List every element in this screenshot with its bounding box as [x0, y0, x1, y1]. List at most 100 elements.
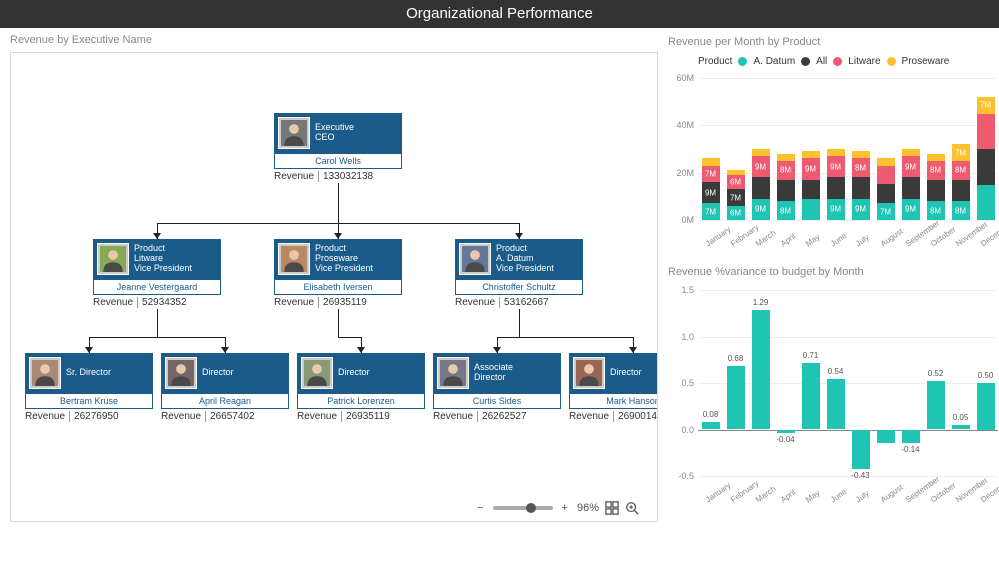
- org-node-d5[interactable]: Director Mark Hanson Revenue 26900140: [569, 353, 658, 422]
- revenue-value: 26935119: [346, 411, 390, 422]
- bar-may[interactable]: 9M: [802, 151, 820, 220]
- variance-bar-chart[interactable]: -0.50.00.51.01.50.08January0.68February1…: [668, 284, 989, 510]
- content: Revenue by Executive Name ExecutiveCEO C…: [0, 28, 999, 562]
- variance-bar-june[interactable]: [827, 379, 845, 429]
- revenue-label: Revenue: [455, 297, 500, 308]
- variance-bar-march[interactable]: [752, 310, 770, 430]
- bar-january[interactable]: 7M9M7M: [702, 158, 720, 220]
- zoom-in-button[interactable]: +: [559, 502, 571, 514]
- node-name: Carol Wells: [274, 153, 402, 169]
- avatar: [278, 243, 310, 275]
- org-node-d4[interactable]: AssociateDirector Curtis Sides Revenue26…: [433, 353, 561, 422]
- revenue-value: 26935119: [323, 297, 367, 308]
- node-name: Patrick Lorenzen: [297, 393, 425, 409]
- revenue-label: Revenue: [274, 171, 319, 182]
- right-panel: Revenue per Month by Product Product A. …: [662, 28, 999, 562]
- node-title: ProductLitwareVice President: [134, 244, 192, 274]
- revenue-label: Revenue: [297, 411, 342, 422]
- variance-bar-january[interactable]: [702, 422, 720, 429]
- org-chart-area[interactable]: ExecutiveCEO Carol Wells Revenue 13303213…: [10, 52, 658, 522]
- bar-april[interactable]: 8M8M: [777, 154, 795, 220]
- bar-december[interactable]: 7M: [977, 97, 995, 220]
- zoom-out-button[interactable]: −: [474, 502, 486, 514]
- bar-june[interactable]: 9M9M: [827, 149, 845, 220]
- variance-bar-july[interactable]: [852, 430, 870, 470]
- variance-chart-title: Revenue %variance to budget by Month: [668, 266, 989, 278]
- revenue-value: 133032138: [323, 171, 373, 182]
- variance-bar-november[interactable]: [952, 425, 970, 430]
- bar-august[interactable]: 7M: [877, 158, 895, 220]
- revenue-value: 26900140: [618, 411, 658, 422]
- revenue-stacked-bar-chart[interactable]: Product A. Datum All Litware Proseware 0…: [668, 54, 989, 254]
- bar-september[interactable]: 9M9M: [902, 149, 920, 220]
- node-title: ProductA. DatumVice President: [496, 244, 554, 274]
- fit-to-window-icon[interactable]: [605, 501, 619, 515]
- revenue-value: 26657402: [210, 411, 255, 422]
- variance-bar-april[interactable]: [777, 430, 795, 434]
- node-name: Elisabeth Iversen: [274, 279, 402, 295]
- node-title: Director: [202, 368, 234, 378]
- revenue-label: Revenue: [274, 297, 319, 308]
- node-title: ProductProsewareVice President: [315, 244, 373, 274]
- fullscreen-icon[interactable]: [625, 501, 639, 515]
- revenue-label: Revenue: [569, 411, 614, 422]
- org-node-vp2[interactable]: ProductProsewareVice President Elisabeth…: [274, 239, 402, 308]
- revenue-label: Revenue: [433, 411, 478, 422]
- legend-swatch-adatum: [738, 57, 747, 66]
- org-node-vp1[interactable]: ProductLitwareVice President Jeanne Vest…: [93, 239, 221, 308]
- revenue-chart-legend: Product A. Datum All Litware Proseware: [698, 56, 949, 67]
- bar-march[interactable]: 9M9M: [752, 149, 770, 220]
- node-name: Jeanne Vestergaard: [93, 279, 221, 295]
- legend-swatch-litware: [833, 57, 842, 66]
- variance-bar-february[interactable]: [727, 366, 745, 429]
- org-panel-title: Revenue by Executive Name: [10, 34, 658, 46]
- avatar: [301, 357, 333, 389]
- revenue-chart-title: Revenue per Month by Product: [668, 36, 989, 48]
- revenue-value: 53162667: [504, 297, 549, 308]
- avatar: [165, 357, 197, 389]
- org-node-ceo[interactable]: ExecutiveCEO Carol Wells Revenue 13303213…: [274, 113, 402, 182]
- legend-item-proseware: Proseware: [902, 56, 950, 67]
- variance-bar-august[interactable]: [877, 430, 895, 443]
- node-title: Director: [610, 368, 642, 378]
- org-node-d1[interactable]: Sr. Director Bertram Kruse Revenue262769…: [25, 353, 153, 422]
- node-name: Christoffer Schultz: [455, 279, 583, 295]
- legend-label: Product: [698, 56, 732, 67]
- node-title: ExecutiveCEO: [315, 123, 354, 143]
- node-title: AssociateDirector: [474, 363, 513, 383]
- variance-bar-may[interactable]: [802, 363, 820, 429]
- bar-november[interactable]: 7M8M8M: [952, 144, 970, 220]
- avatar: [29, 357, 61, 389]
- revenue-label: Revenue: [25, 411, 70, 422]
- zoom-percent-label: 96%: [577, 502, 599, 514]
- node-name: April Reagan: [161, 393, 289, 409]
- bar-july[interactable]: 8M9M: [852, 151, 870, 220]
- revenue-label: Revenue: [93, 297, 138, 308]
- avatar: [97, 243, 129, 275]
- avatar: [459, 243, 491, 275]
- revenue-value: 26276950: [74, 411, 119, 422]
- page-title: Organizational Performance: [0, 0, 999, 28]
- avatar: [573, 357, 605, 389]
- avatar: [278, 117, 310, 149]
- variance-bar-october[interactable]: [927, 381, 945, 429]
- org-node-d2[interactable]: Director April Reagan Revenue 26657402: [161, 353, 289, 422]
- variance-bar-december[interactable]: [977, 383, 995, 430]
- zoom-controls: − + 96%: [474, 501, 639, 515]
- node-name: Curtis Sides: [433, 393, 561, 409]
- org-panel: Revenue by Executive Name ExecutiveCEO C…: [0, 28, 662, 562]
- legend-swatch-proseware: [887, 57, 896, 66]
- node-name: Mark Hanson: [569, 393, 658, 409]
- org-node-vp3[interactable]: ProductA. DatumVice President Christoffe…: [455, 239, 583, 308]
- bar-february[interactable]: 6M7M6M: [727, 170, 745, 220]
- avatar: [437, 357, 469, 389]
- variance-bar-september[interactable]: [902, 430, 920, 443]
- zoom-slider[interactable]: [493, 506, 553, 510]
- bar-october[interactable]: 8M8M: [927, 154, 945, 220]
- revenue-value: 52934352: [142, 297, 187, 308]
- legend-item-litware: Litware: [848, 56, 880, 67]
- revenue-label: Revenue: [161, 411, 206, 422]
- legend-item-adatum: A. Datum: [753, 56, 795, 67]
- legend-swatch-all: [801, 57, 810, 66]
- org-node-d3[interactable]: Director Patrick Lorenzen Revenue2693511…: [297, 353, 425, 422]
